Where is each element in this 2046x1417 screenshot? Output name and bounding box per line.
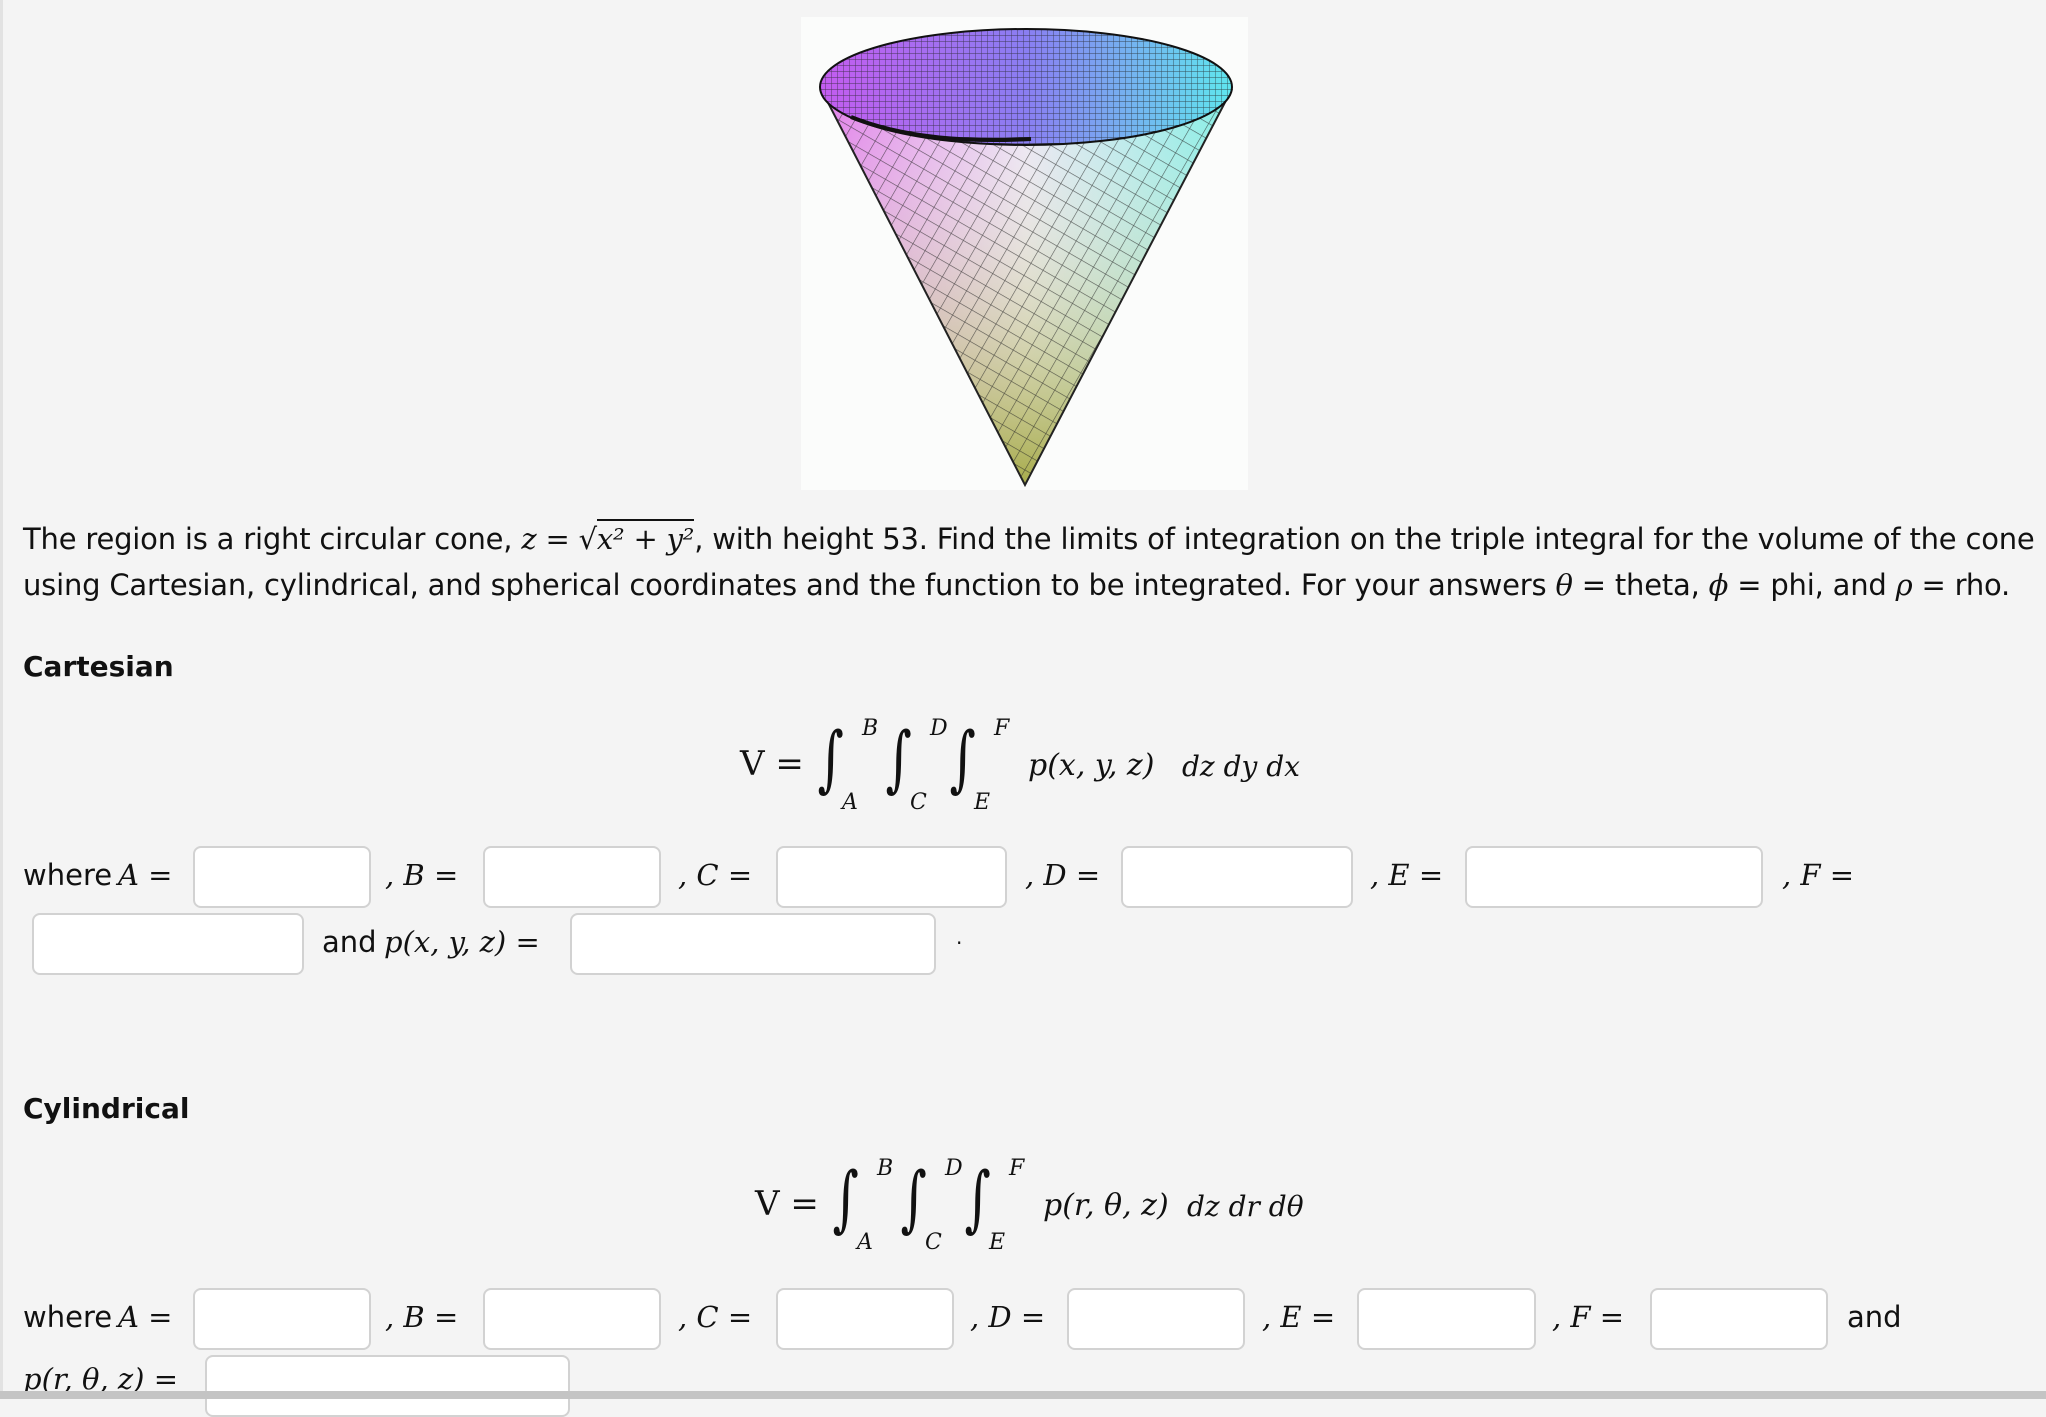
formula-lhs: V = xyxy=(755,1184,819,1224)
period: . xyxy=(956,925,963,949)
label-C: , C = xyxy=(678,858,753,892)
cone-side xyxy=(820,88,1233,488)
integral-sign-2: ∫ xyxy=(885,716,912,800)
cylindrical-heading: Cylindrical xyxy=(23,1092,190,1125)
horizontal-scrollbar-track[interactable] xyxy=(0,1391,2046,1399)
differentials: dz dr dθ xyxy=(1187,1190,1304,1223)
cartesian-C-input[interactable] xyxy=(776,846,1007,908)
cylindrical-D-input[interactable] xyxy=(1067,1288,1245,1350)
cone-equation-equals: = xyxy=(545,522,570,556)
cylindrical-F-input[interactable] xyxy=(1650,1288,1828,1350)
lower-limit-C: C xyxy=(910,790,927,815)
intro-text-cont: , with height 53. Find the limits of int… xyxy=(694,522,2035,556)
cone-figure xyxy=(801,17,1248,490)
label-F: , F = xyxy=(1782,858,1855,892)
rho-symbol: ρ xyxy=(1895,568,1913,602)
cartesian-heading: Cartesian xyxy=(23,650,174,683)
upper-limit-F: F xyxy=(1009,1156,1025,1181)
integrand: p(r, θ, z) xyxy=(1043,1188,1169,1223)
label-A: A = xyxy=(118,858,173,892)
intro-text-line2: using Cartesian, cylindrical, and spheri… xyxy=(23,568,1556,602)
lower-limit-E: E xyxy=(974,790,991,815)
and-label: and xyxy=(1847,1300,1902,1334)
integral-sign-1: ∫ xyxy=(817,716,844,800)
lower-limit-A: A xyxy=(857,1230,873,1255)
label-D: , D = xyxy=(970,1300,1046,1334)
cylindrical-C-input[interactable] xyxy=(776,1288,954,1350)
theta-definition: = theta, xyxy=(1572,568,1709,602)
cartesian-D-input[interactable] xyxy=(1121,846,1353,908)
cartesian-A-input[interactable] xyxy=(193,846,371,908)
rho-definition: = rho. xyxy=(1912,568,2011,602)
formula-lhs: V = xyxy=(740,744,804,784)
upper-limit-D: D xyxy=(930,716,948,741)
cartesian-E-input[interactable] xyxy=(1465,846,1763,908)
upper-limit-B: B xyxy=(877,1156,894,1181)
cone-top xyxy=(819,28,1233,146)
integral-sign-1: ∫ xyxy=(832,1156,859,1240)
cone-equation-lhs: z xyxy=(521,522,537,556)
intro-text: The region is a right circular cone, xyxy=(23,522,522,556)
lower-limit-E: E xyxy=(989,1230,1006,1255)
phi-definition: = phi, and xyxy=(1728,568,1896,602)
differentials: dz dy dx xyxy=(1182,750,1300,783)
label-D: , D = xyxy=(1025,858,1101,892)
theta-symbol: θ xyxy=(1555,568,1573,602)
phi-symbol: ϕ xyxy=(1708,568,1729,602)
integral-sign-3: ∫ xyxy=(949,716,976,800)
cartesian-B-input[interactable] xyxy=(483,846,661,908)
p-function-label: p(x, y, z) = xyxy=(384,925,540,959)
label-E: , E = xyxy=(1262,1300,1336,1334)
cartesian-F-input[interactable] xyxy=(32,913,304,975)
where-label: where xyxy=(23,1300,113,1334)
page-left-border xyxy=(0,0,3,1391)
cylindrical-A-input[interactable] xyxy=(193,1288,371,1350)
where-label: where xyxy=(23,858,113,892)
cartesian-p-input[interactable] xyxy=(570,913,936,975)
upper-limit-D: D xyxy=(945,1156,963,1181)
cylindrical-E-input[interactable] xyxy=(1357,1288,1536,1350)
lower-limit-C: C xyxy=(925,1230,942,1255)
problem-text-line-1: The region is a right circular cone, z =… xyxy=(23,519,2035,556)
label-C: , C = xyxy=(678,1300,753,1334)
label-B: , B = xyxy=(385,858,459,892)
lower-limit-A: A xyxy=(842,790,858,815)
cone-image xyxy=(819,28,1233,488)
cartesian-formula: V = ∫ B A ∫ D C ∫ F E p(x, y, z) dz dy d… xyxy=(740,712,1340,822)
cylindrical-B-input[interactable] xyxy=(483,1288,661,1350)
problem-text-line-2: using Cartesian, cylindrical, and spheri… xyxy=(23,568,2010,602)
integral-sign-2: ∫ xyxy=(900,1156,927,1240)
sqrt-symbol: √ xyxy=(578,522,597,556)
integral-sign-3: ∫ xyxy=(964,1156,991,1240)
label-A: A = xyxy=(118,1300,173,1334)
cone-equation-rhs: x² + y² xyxy=(596,519,694,556)
cylindrical-formula: V = ∫ B A ∫ D C ∫ F E p(r, θ, z) dz dr d… xyxy=(755,1152,1355,1262)
label-B: , B = xyxy=(385,1300,459,1334)
label-E: , E = xyxy=(1370,858,1444,892)
upper-limit-F: F xyxy=(994,716,1010,741)
integrand: p(x, y, z) xyxy=(1028,748,1155,783)
label-F: , F = xyxy=(1552,1300,1625,1334)
cylindrical-p-input[interactable] xyxy=(205,1355,570,1417)
and-label: and xyxy=(322,925,377,959)
upper-limit-B: B xyxy=(862,716,879,741)
